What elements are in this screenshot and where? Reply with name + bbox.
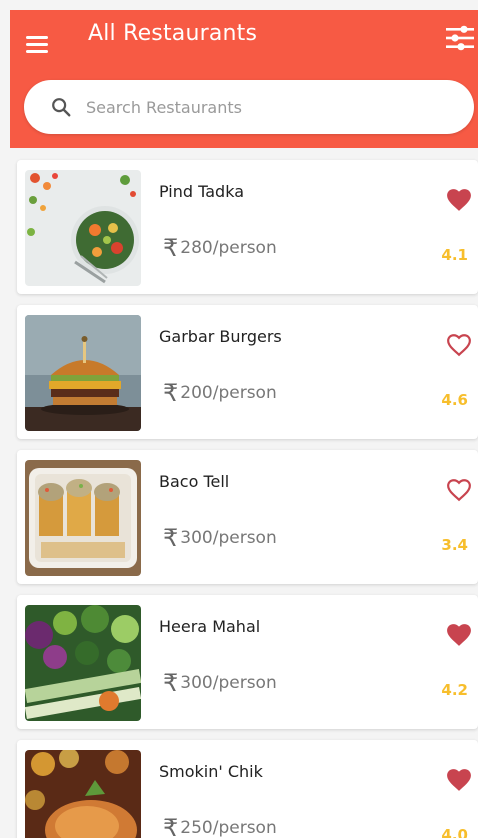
restaurant-name: Baco Tell [159,472,230,491]
search-input[interactable] [86,90,456,124]
heart-filled-icon[interactable] [446,623,472,647]
search-icon[interactable] [50,96,72,118]
price-text: 300/person [180,673,277,693]
rupee-icon: ₹ [163,669,179,697]
filter-button[interactable] [444,22,476,54]
restaurant-rating: 4.2 [441,681,468,699]
heart-outline-icon[interactable] [446,478,472,502]
restaurant-image [25,460,141,576]
menu-icon-bar [26,43,48,46]
search-bar [24,80,474,134]
price-text: 300/person [180,528,277,548]
restaurant-card[interactable]: Baco Tell ₹ 300/person 3.4 [17,450,478,584]
rupee-icon: ₹ [163,814,179,838]
rupee-icon: ₹ [163,379,179,407]
restaurant-name: Heera Mahal [159,617,261,636]
page-title: All Restaurants [88,21,258,46]
menu-icon-bar [26,50,48,53]
restaurant-image [25,315,141,431]
price-text: 280/person [180,238,277,258]
restaurant-rating: 4.1 [441,246,468,264]
heart-filled-icon[interactable] [446,188,472,212]
price-text: 250/person [180,818,277,838]
burger-image [25,315,141,431]
restaurant-image [25,170,141,286]
restaurant-rating: 4.0 [441,826,468,838]
salad-bowl-image [25,170,141,286]
filter-sliders-icon [446,25,474,51]
rupee-icon: ₹ [163,234,179,262]
restaurant-rating: 4.6 [441,391,468,409]
restaurant-rating: 3.4 [441,536,468,554]
restaurant-price: ₹ 280/person [163,236,277,260]
restaurant-image [25,605,141,721]
heart-outline-icon[interactable] [446,333,472,357]
rupee-icon: ₹ [163,524,179,552]
restaurant-price: ₹ 300/person [163,671,277,695]
restaurant-name: Pind Tadka [159,182,244,201]
menu-button[interactable] [26,32,50,56]
restaurant-card[interactable]: Garbar Burgers ₹ 200/person 4.6 [17,305,478,439]
restaurant-card[interactable]: Heera Mahal ₹ 300/person 4.2 [17,595,478,729]
price-text: 200/person [180,383,277,403]
restaurant-image [25,750,141,838]
restaurant-card[interactable]: Smokin' Chik ₹ 250/person 4.0 [17,740,478,838]
restaurant-price: ₹ 200/person [163,381,277,405]
heart-filled-icon[interactable] [446,768,472,792]
restaurant-name: Smokin' Chik [159,762,263,781]
restaurant-price: ₹ 250/person [163,816,277,838]
vegetables-image [25,605,141,721]
tacos-tray-image [25,460,141,576]
roast-chicken-image [25,750,141,838]
restaurant-price: ₹ 300/person [163,526,277,550]
app-bar: All Restaurants [10,10,478,148]
restaurant-name: Garbar Burgers [159,327,282,346]
restaurant-card[interactable]: Pind Tadka ₹ 280/person 4.1 [17,160,478,294]
menu-icon-bar [26,36,48,39]
